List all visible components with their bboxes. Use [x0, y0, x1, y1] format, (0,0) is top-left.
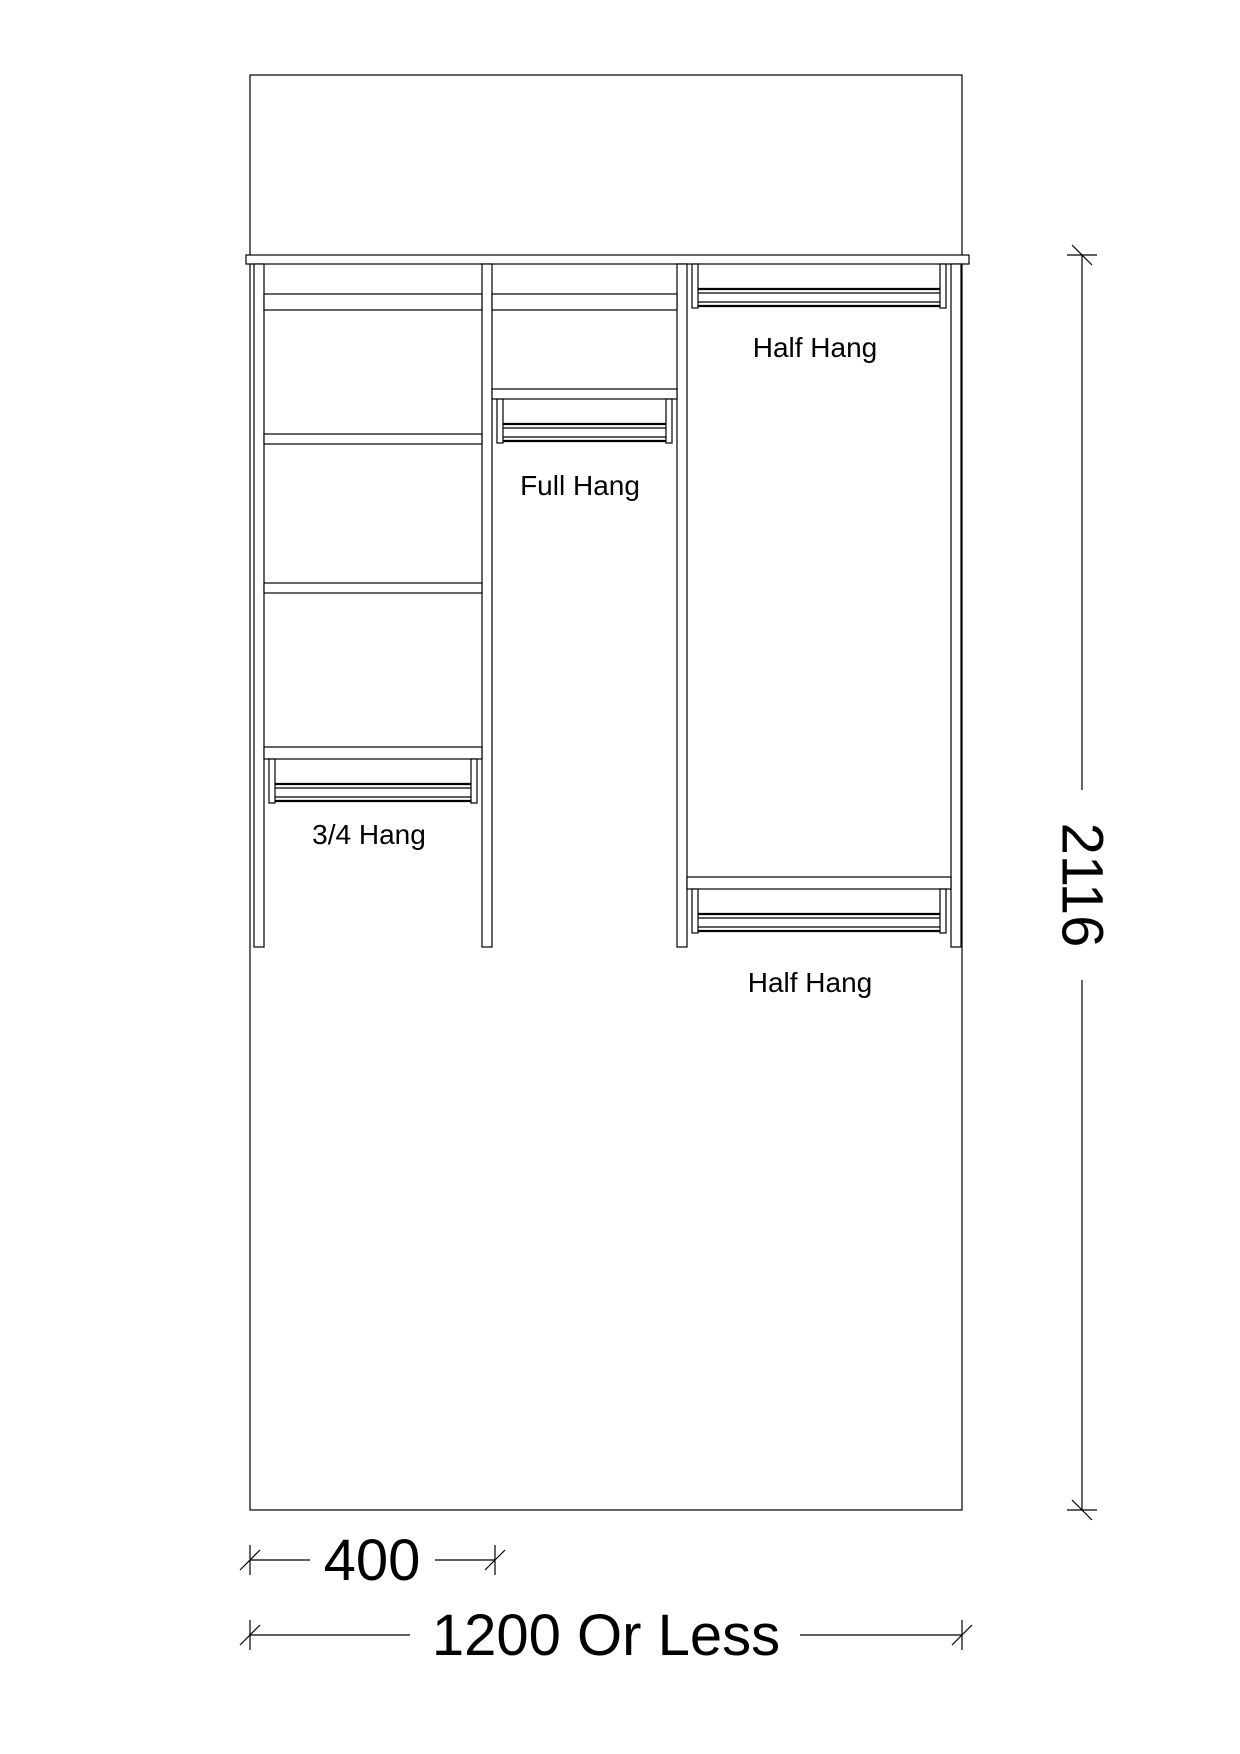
hanging-rail-three-quarter — [268, 758, 478, 804]
dimension-section-width-label: 400 — [324, 1528, 421, 1593]
right-side-panel — [950, 263, 962, 948]
label-three-quarter-hang: 3/4 Hang — [312, 819, 426, 850]
shelf — [491, 388, 678, 400]
hanging-rail-full — [496, 398, 673, 444]
shelf — [263, 582, 483, 594]
label-full-hang: Full Hang — [520, 470, 640, 501]
middle-section-shelves — [491, 293, 678, 400]
label-half-hang-bottom: Half Hang — [748, 967, 873, 998]
top-shelf — [245, 254, 970, 265]
hanging-rail-half-bottom — [691, 888, 947, 934]
left-section-shelves — [263, 293, 483, 760]
label-half-hang-top: Half Hang — [753, 332, 878, 363]
shelf — [263, 433, 483, 445]
divider-panel-1 — [481, 263, 493, 948]
wardrobe-drawing: Half Hang Full Hang 3/4 Hang Half Hang 2… — [239, 74, 1115, 1668]
closet-outline — [249, 74, 963, 1511]
dimension-height-label: 2116 — [1050, 823, 1115, 948]
shelf — [263, 746, 483, 760]
hanging-rail-half-top — [691, 263, 947, 309]
shelf — [263, 293, 483, 311]
dimension-total-width-label: 1200 Or Less — [432, 1603, 780, 1668]
shelf — [491, 293, 678, 311]
shelf — [686, 876, 952, 890]
divider-panel-2 — [676, 263, 688, 948]
left-side-panel — [253, 263, 265, 948]
